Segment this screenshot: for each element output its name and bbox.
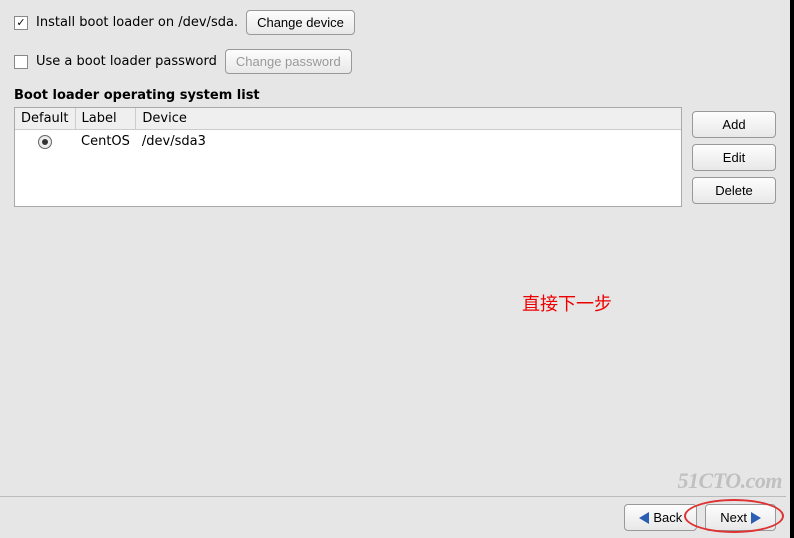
arrow-left-icon: [639, 512, 649, 524]
row-device: /dev/sda3: [136, 130, 681, 154]
os-list-table[interactable]: Default Label Device CentOS /dev/sda3: [14, 107, 682, 207]
change-password-button: Change password: [225, 49, 352, 74]
table-row[interactable]: CentOS /dev/sda3: [15, 130, 681, 154]
back-label: Back: [653, 510, 682, 525]
os-list-title: Boot loader operating system list: [14, 88, 776, 103]
next-button[interactable]: Next: [705, 504, 776, 531]
use-password-checkbox[interactable]: [14, 55, 28, 69]
watermark-site: 51CTO.com: [678, 468, 782, 494]
use-password-label: Use a boot loader password: [36, 54, 217, 69]
col-default[interactable]: Default: [15, 108, 75, 130]
default-radio[interactable]: [38, 135, 52, 149]
add-button[interactable]: Add: [692, 111, 776, 138]
install-bootloader-checkbox[interactable]: [14, 16, 28, 30]
annotation-text: 直接下一步: [522, 290, 612, 316]
next-label: Next: [720, 510, 747, 525]
edit-button[interactable]: Edit: [692, 144, 776, 171]
row-label: CentOS: [75, 130, 136, 154]
arrow-right-icon: [751, 512, 761, 524]
change-device-button[interactable]: Change device: [246, 10, 355, 35]
back-button[interactable]: Back: [624, 504, 697, 531]
col-device[interactable]: Device: [136, 108, 681, 130]
footer-bar: Back Next: [0, 496, 786, 538]
delete-button[interactable]: Delete: [692, 177, 776, 204]
install-bootloader-label: Install boot loader on /dev/sda.: [36, 15, 238, 30]
col-label[interactable]: Label: [75, 108, 136, 130]
